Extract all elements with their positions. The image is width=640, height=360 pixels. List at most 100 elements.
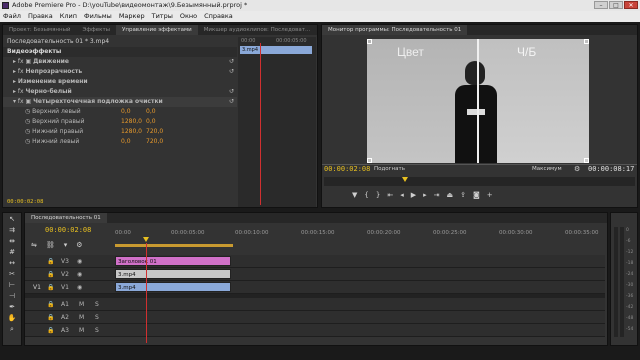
- export-frame-icon[interactable]: ◙: [473, 191, 480, 205]
- selection-tool-icon[interactable]: ↖: [8, 215, 17, 224]
- param-y-value[interactable]: 720,0: [146, 127, 163, 137]
- video-frame[interactable]: Цвет Ч/Б: [367, 39, 589, 163]
- quality-dropdown[interactable]: Максимум: [532, 166, 562, 172]
- linked-selection-icon[interactable]: ⛓: [46, 241, 55, 249]
- add-marker-icon[interactable]: ▾: [64, 241, 68, 249]
- slide-tool-icon[interactable]: ⊣: [8, 292, 17, 301]
- lock-icon[interactable]: 🔒: [47, 327, 54, 334]
- mute-button[interactable]: M: [79, 314, 84, 321]
- video-clip-v2[interactable]: 3.mp4: [115, 269, 231, 279]
- lock-icon[interactable]: 🔒: [47, 301, 54, 308]
- lock-icon[interactable]: 🔒: [47, 271, 54, 278]
- play-icon[interactable]: ▶: [411, 191, 416, 205]
- rate-stretch-tool-icon[interactable]: ↔: [8, 259, 17, 268]
- menu-titles[interactable]: Титры: [152, 11, 173, 22]
- param-x-value[interactable]: 1280,0: [121, 117, 142, 127]
- minimize-button[interactable]: –: [594, 1, 608, 9]
- playhead-marker[interactable]: [143, 237, 149, 242]
- solo-button[interactable]: S: [95, 327, 99, 334]
- mark-in-icon[interactable]: {: [364, 191, 368, 205]
- menu-window[interactable]: Окно: [180, 11, 197, 22]
- slip-tool-icon[interactable]: ⊢: [8, 281, 17, 290]
- title-clip[interactable]: Заголовок 01: [115, 256, 231, 266]
- menu-edit[interactable]: Правка: [28, 11, 53, 22]
- lift-icon[interactable]: ⏏: [447, 191, 454, 205]
- tab-program-monitor[interactable]: Монитор программы: Последовательность 01: [322, 25, 468, 35]
- corner-handle[interactable]: [584, 158, 589, 163]
- param-y-value[interactable]: 0,0: [146, 107, 156, 117]
- timeline-ruler[interactable]: 00:00 00:00:05:00 00:00:10:00 00:00:15:0…: [115, 230, 605, 250]
- go-to-in-icon[interactable]: ⇤: [387, 191, 393, 205]
- scrub-bar[interactable]: [324, 177, 635, 186]
- track-select-tool-icon[interactable]: ⇉: [8, 226, 17, 235]
- work-area-bar[interactable]: [115, 244, 233, 247]
- wrench-icon[interactable]: ⚙: [76, 241, 82, 249]
- reset-icon[interactable]: ↺: [229, 67, 234, 77]
- wrench-icon[interactable]: ⚙: [574, 165, 580, 173]
- param-x-value[interactable]: 0,0: [121, 137, 131, 147]
- tab-effect-controls[interactable]: Управление эффектами: [116, 25, 198, 35]
- param-x-value[interactable]: 1280,0: [121, 127, 142, 137]
- ripple-edit-tool-icon[interactable]: ⇹: [8, 237, 17, 246]
- video-clip-v1[interactable]: 3.mp4: [115, 282, 231, 292]
- add-button-icon[interactable]: +: [487, 191, 493, 205]
- effect-row-opacity[interactable]: ▸ fx Непрозрачность ↺: [3, 67, 237, 77]
- step-back-icon[interactable]: ◂: [400, 191, 404, 205]
- go-to-out-icon[interactable]: ⇥: [434, 191, 440, 205]
- tab-audio-mixer[interactable]: Микшер аудиоклипов: Последоват...: [198, 25, 317, 35]
- tab-sequence[interactable]: Последовательность 01: [25, 213, 107, 223]
- reset-icon[interactable]: ↺: [229, 97, 234, 107]
- effect-row-four-point-matte[interactable]: ▾ fx ▣ Четырехточечная подложка очистки ↺: [3, 97, 237, 107]
- menu-help[interactable]: Справка: [204, 11, 233, 22]
- mute-button[interactable]: M: [79, 301, 84, 308]
- menu-sequence[interactable]: Фильмы: [84, 11, 112, 22]
- effect-label: Движение: [33, 58, 69, 65]
- eye-icon[interactable]: ◉: [77, 271, 82, 278]
- mini-playhead[interactable]: [260, 43, 261, 205]
- snap-icon[interactable]: ⇋: [31, 241, 37, 249]
- eye-icon[interactable]: ◉: [77, 284, 82, 291]
- solo-button[interactable]: S: [95, 314, 99, 321]
- menu-clip[interactable]: Клип: [60, 11, 77, 22]
- param-x-value[interactable]: 0,0: [121, 107, 131, 117]
- extract-icon[interactable]: ⇪: [460, 191, 466, 205]
- mute-button[interactable]: M: [79, 327, 84, 334]
- tab-effects[interactable]: Эффекты: [77, 25, 117, 35]
- hand-tool-icon[interactable]: ✋: [8, 314, 17, 323]
- close-button[interactable]: ✕: [624, 1, 638, 9]
- maximize-button[interactable]: □: [609, 1, 623, 9]
- add-marker-icon[interactable]: ▼: [352, 191, 357, 205]
- corner-handle[interactable]: [367, 158, 372, 163]
- effect-row-motion[interactable]: ▸ fx ▣ Движение ↺: [3, 57, 237, 67]
- tab-project[interactable]: Проект: Безымянный: [3, 25, 77, 35]
- lock-icon[interactable]: 🔒: [47, 284, 54, 291]
- lock-icon[interactable]: 🔒: [47, 258, 54, 265]
- param-y-value[interactable]: 720,0: [146, 137, 163, 147]
- timeline-playhead[interactable]: [146, 243, 147, 343]
- mark-out-icon[interactable]: }: [376, 191, 380, 205]
- zoom-tool-icon[interactable]: ⌕: [8, 325, 17, 334]
- effect-row-time-remap[interactable]: ▸ Изменение времени: [3, 77, 237, 87]
- mini-clip[interactable]: 3.mp4: [240, 46, 312, 54]
- program-timecode[interactable]: 00:00:02:08: [324, 165, 370, 173]
- rolling-edit-tool-icon[interactable]: #: [8, 248, 17, 257]
- menu-file[interactable]: Файл: [3, 11, 21, 22]
- corner-handle[interactable]: [367, 39, 372, 44]
- corner-handle[interactable]: [584, 39, 589, 44]
- source-patch[interactable]: V1: [33, 284, 41, 291]
- reset-icon[interactable]: ↺: [229, 57, 234, 67]
- playhead-marker[interactable]: [402, 177, 408, 182]
- step-forward-icon[interactable]: ▸: [423, 191, 427, 205]
- effect-row-black-white[interactable]: ▸ fx Черно-белый ↺: [3, 87, 237, 97]
- solo-button[interactable]: S: [95, 301, 99, 308]
- fit-dropdown[interactable]: Подогнать: [374, 166, 405, 172]
- timeline-timecode[interactable]: 00:00:02:08: [45, 226, 91, 234]
- param-y-value[interactable]: 0,0: [146, 117, 156, 127]
- lock-icon[interactable]: 🔒: [47, 314, 54, 321]
- eye-icon[interactable]: ◉: [77, 258, 82, 265]
- pen-tool-icon[interactable]: ✒: [8, 303, 17, 312]
- reset-icon[interactable]: ↺: [229, 87, 234, 97]
- effects-timecode[interactable]: 00:00:02:08: [7, 199, 43, 205]
- menu-marker[interactable]: Маркер: [119, 11, 145, 22]
- razor-tool-icon[interactable]: ✂: [8, 270, 17, 279]
